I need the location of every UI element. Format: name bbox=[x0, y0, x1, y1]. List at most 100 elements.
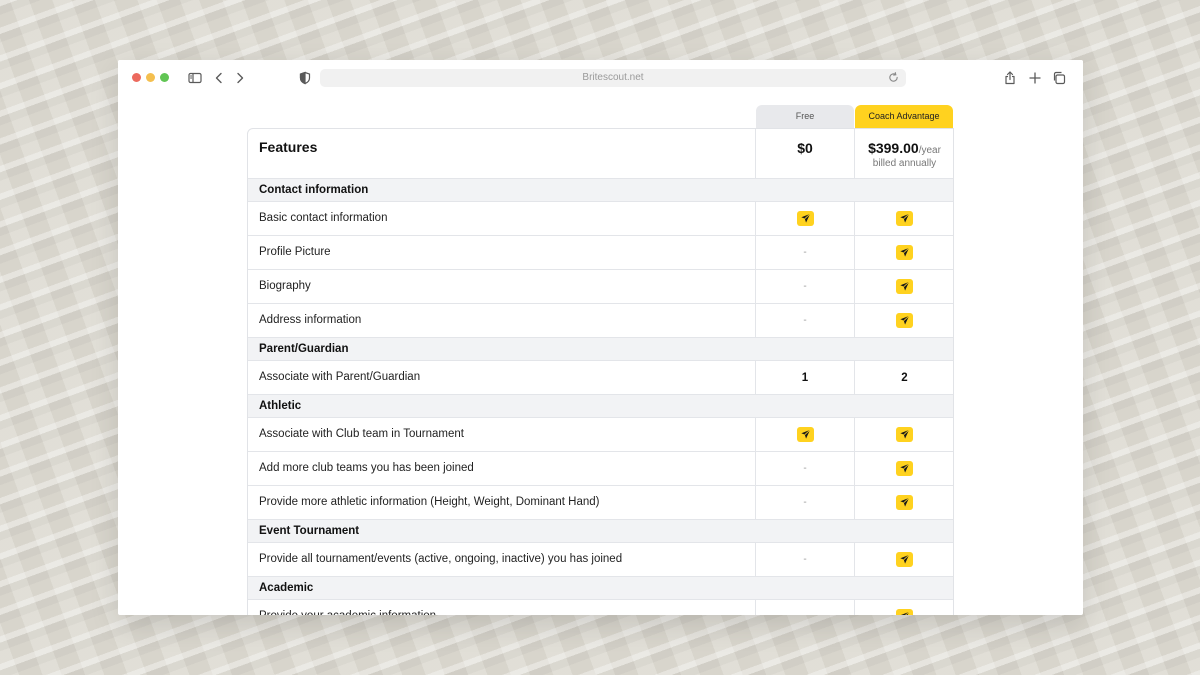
feature-label-cell: Associate with Parent/Guardian bbox=[248, 361, 756, 394]
check-badge-icon bbox=[896, 552, 913, 567]
coach-plan-cell bbox=[855, 236, 954, 269]
feature-row: Basic contact information bbox=[248, 202, 953, 236]
feature-label-cell: Profile Picture bbox=[248, 236, 756, 269]
free-plan-value: - bbox=[803, 497, 807, 508]
forward-icon[interactable] bbox=[232, 70, 248, 86]
feature-label: Basic contact information bbox=[259, 212, 388, 224]
feature-row: Address information - bbox=[248, 304, 953, 338]
plan-tab-coach-advantage[interactable]: Coach Advantage bbox=[855, 105, 953, 128]
coach-plan-cell bbox=[855, 452, 954, 485]
back-icon[interactable] bbox=[211, 70, 227, 86]
section-title: Academic bbox=[259, 582, 314, 594]
check-badge-icon bbox=[796, 427, 814, 442]
new-tab-icon[interactable] bbox=[1027, 70, 1043, 86]
coach-billing-note: billed annually bbox=[872, 158, 937, 169]
free-plan-value: - bbox=[803, 247, 807, 258]
plan-name-coach: Coach Advantage bbox=[868, 111, 940, 121]
check-badge-icon bbox=[896, 211, 913, 226]
feature-label-cell: Provide more athletic information (Heigh… bbox=[248, 486, 756, 519]
coach-price-line: $399.00/year bbox=[855, 140, 954, 156]
free-plan-cell: - bbox=[756, 452, 855, 485]
coach-plan-cell bbox=[855, 304, 954, 337]
section-title: Athletic bbox=[259, 400, 302, 412]
free-plan-cell: - bbox=[756, 304, 855, 337]
table-header-row: Features $0 $399.00/year billed annually bbox=[248, 129, 953, 179]
coach-plan-cell: 2 bbox=[855, 361, 954, 394]
check-badge-icon bbox=[896, 461, 913, 476]
reload-icon[interactable] bbox=[887, 71, 900, 84]
feature-row: Add more club teams you has been joined - bbox=[248, 452, 953, 486]
section-title: Contact information bbox=[259, 184, 369, 196]
minimize-window-button[interactable] bbox=[146, 73, 155, 82]
browser-toolbar: Britescout.net bbox=[118, 60, 1083, 97]
check-badge-icon bbox=[896, 245, 913, 260]
feature-label-cell: Basic contact information bbox=[248, 202, 756, 235]
feature-label: Associate with Parent/Guardian bbox=[259, 371, 421, 383]
feature-row: Associate with Club team in Tournament bbox=[248, 418, 953, 452]
feature-row: Provide your academic information - bbox=[248, 600, 953, 615]
coach-price-period: /year bbox=[918, 145, 941, 156]
page-content: Free Coach Advantage Features $0 $399.00… bbox=[118, 97, 1083, 615]
check-badge-icon bbox=[896, 279, 913, 294]
free-plan-value: - bbox=[803, 463, 807, 474]
section-title: Event Tournament bbox=[259, 525, 360, 537]
free-plan-cell: - bbox=[756, 600, 855, 615]
check-badge-icon bbox=[896, 313, 913, 328]
feature-row: Provide all tournament/events (active, o… bbox=[248, 543, 953, 577]
section-title: Parent/Guardian bbox=[259, 343, 349, 355]
pricing-comparison-table: Features $0 $399.00/year billed annually… bbox=[247, 128, 954, 615]
check-badge-icon bbox=[896, 495, 913, 510]
feature-label-cell: Address information bbox=[248, 304, 756, 337]
features-heading: Features bbox=[259, 139, 318, 155]
free-price: $0 bbox=[797, 140, 813, 156]
share-icon[interactable] bbox=[1002, 70, 1018, 86]
feature-label: Address information bbox=[259, 314, 362, 326]
close-window-button[interactable] bbox=[132, 73, 141, 82]
browser-window: Britescout.net Free Coach Advantage Feat… bbox=[118, 60, 1083, 615]
coach-price: $399.00 bbox=[868, 140, 919, 156]
address-bar[interactable]: Britescout.net bbox=[320, 69, 906, 87]
check-badge-icon bbox=[796, 211, 814, 226]
feature-row: Biography - bbox=[248, 270, 953, 304]
coach-plan-cell bbox=[855, 202, 954, 235]
feature-label-cell: Provide all tournament/events (active, o… bbox=[248, 543, 756, 576]
plan-name-free: Free bbox=[795, 111, 815, 121]
feature-label: Biography bbox=[259, 280, 311, 292]
feature-label: Provide all tournament/events (active, o… bbox=[259, 553, 623, 565]
feature-label: Provide your academic information bbox=[259, 610, 436, 615]
section-row: Contact information bbox=[248, 179, 953, 202]
coach-plan-cell bbox=[855, 600, 954, 615]
feature-label: Provide more athletic information (Heigh… bbox=[259, 496, 600, 508]
coach-plan-value: 2 bbox=[901, 371, 908, 384]
maximize-window-button[interactable] bbox=[160, 73, 169, 82]
feature-row: Associate with Parent/Guardian 1 2 bbox=[248, 361, 953, 395]
free-plan-cell: - bbox=[756, 236, 855, 269]
free-price-cell: $0 bbox=[756, 129, 855, 178]
features-header-cell: Features bbox=[248, 129, 756, 178]
feature-label-cell: Biography bbox=[248, 270, 756, 303]
free-plan-cell: - bbox=[756, 543, 855, 576]
feature-label-cell: Provide your academic information bbox=[248, 600, 756, 615]
free-plan-cell bbox=[756, 202, 855, 235]
sidebar-toggle-icon[interactable] bbox=[187, 70, 203, 86]
feature-row: Profile Picture - bbox=[248, 236, 953, 270]
check-badge-icon bbox=[896, 427, 913, 442]
free-plan-value: - bbox=[803, 281, 807, 292]
plan-tab-free[interactable]: Free bbox=[756, 105, 854, 128]
feature-label-cell: Add more club teams you has been joined bbox=[248, 452, 756, 485]
address-bar-url: Britescout.net bbox=[582, 72, 644, 83]
coach-plan-cell bbox=[855, 486, 954, 519]
free-plan-value: - bbox=[803, 554, 807, 565]
tab-overview-icon[interactable] bbox=[1051, 70, 1067, 86]
feature-label: Add more club teams you has been joined bbox=[259, 462, 474, 474]
coach-price-cell: $399.00/year billed annually bbox=[855, 129, 954, 178]
free-plan-cell bbox=[756, 418, 855, 451]
coach-plan-cell bbox=[855, 418, 954, 451]
table-body: Contact information Basic contact informa… bbox=[248, 179, 953, 615]
feature-label: Profile Picture bbox=[259, 246, 331, 258]
free-plan-value: 1 bbox=[801, 371, 809, 384]
coach-plan-cell bbox=[855, 270, 954, 303]
privacy-shield-icon[interactable] bbox=[297, 70, 313, 86]
check-badge-icon bbox=[896, 609, 913, 615]
coach-plan-cell bbox=[855, 543, 954, 576]
